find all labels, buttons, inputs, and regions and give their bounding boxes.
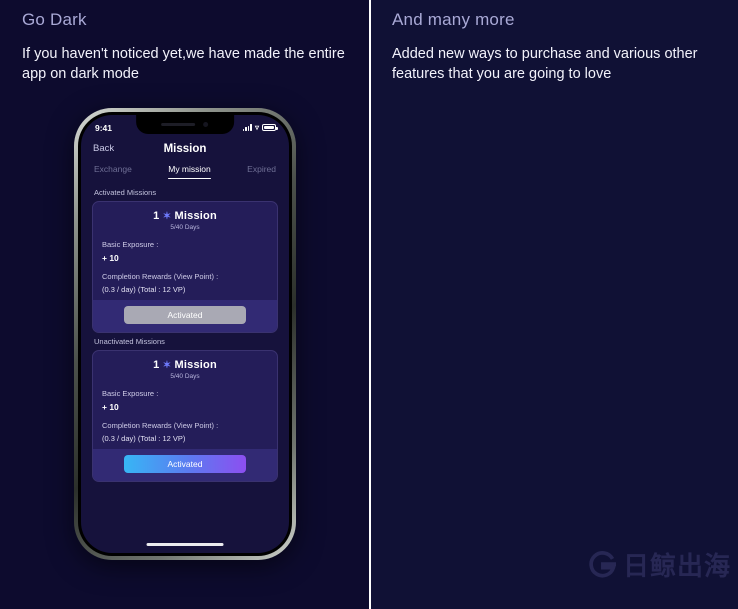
activate-button[interactable]: Activated xyxy=(123,455,247,473)
mission-days: 5/40 Days xyxy=(170,224,200,231)
section-label-unactivated: Unactivated Missions xyxy=(94,337,165,346)
mission-screen: 9:41 ▿ Back Mission Exchange My mission … xyxy=(81,115,289,553)
tab-bar: Exchange My mission Expired xyxy=(81,158,289,179)
basic-exposure-label: Basic Exposure : xyxy=(102,240,159,249)
navigation-bar: Back Mission xyxy=(81,137,289,158)
phone-bezel: 9:41 ▿ Back Mission Exchange My mission … xyxy=(78,112,292,556)
page-subtitle: If you haven't noticed yet,we have made … xyxy=(22,46,345,82)
completion-rewards-label: Completion Rewards (View Point) : xyxy=(102,272,219,281)
tab-expired[interactable]: Expired xyxy=(247,164,276,179)
section-label-activated: Activated Missions xyxy=(94,188,157,197)
right-panel-header: And many more Added new ways to purchase… xyxy=(370,0,738,84)
mission-card-heading: 1 ✶ Mission xyxy=(102,210,268,222)
mission-card-footer: Activated xyxy=(93,300,277,332)
page-title: Go Dark xyxy=(22,10,87,29)
basic-exposure-value: + 10 xyxy=(102,402,119,412)
tab-my-mission[interactable]: My mission xyxy=(168,164,211,179)
page-title: And many more xyxy=(392,10,515,29)
watermark: 日鲸出海 xyxy=(588,546,731,583)
star-icon: ✶ xyxy=(162,360,172,371)
battery-icon xyxy=(262,124,278,131)
tab-exchange[interactable]: Exchange xyxy=(94,164,132,179)
home-indicator[interactable] xyxy=(146,543,224,546)
mission-title: Mission xyxy=(174,210,217,222)
completion-rewards-value: (0.3 / day) (Total : 12 VP) xyxy=(102,285,186,294)
panel-go-dark: Go Dark If you haven't noticed yet,we ha… xyxy=(0,0,370,609)
mission-card-activated[interactable]: 1 ✶ Mission 5/40 Days Basic Exposure : +… xyxy=(92,201,278,333)
basic-exposure-label: Basic Exposure : xyxy=(102,389,159,398)
screen-title: Mission xyxy=(163,142,207,155)
activated-button-disabled[interactable]: Activated xyxy=(123,306,247,324)
wifi-icon: ▿ xyxy=(254,122,259,132)
mission-title: Mission xyxy=(174,359,217,371)
completion-rewards-label: Completion Rewards (View Point) : xyxy=(102,421,219,430)
panel-divider xyxy=(369,0,371,609)
status-bar: 9:41 ▿ xyxy=(81,115,289,137)
basic-exposure-value: + 10 xyxy=(102,253,119,263)
mission-card-body: 1 ✶ Mission 5/40 Days Basic Exposure : +… xyxy=(93,351,277,449)
mission-card-unactivated[interactable]: 1 ✶ Mission 5/40 Days Basic Exposure : +… xyxy=(92,350,278,482)
mission-list: Activated Missions 1 ✶ Mission 5/40 Days… xyxy=(81,179,289,482)
mission-card-body: 1 ✶ Mission 5/40 Days Basic Exposure : +… xyxy=(93,202,277,300)
status-indicators: ▿ xyxy=(242,122,278,132)
panel-and-many-more: And many more Added new ways to purchase… xyxy=(370,0,738,609)
mission-card-footer: Activated xyxy=(93,449,277,481)
screenshot-root: Go Dark If you haven't noticed yet,we ha… xyxy=(0,0,738,609)
mission-rank: 1 xyxy=(153,210,160,222)
watermark-logo-icon xyxy=(589,550,616,577)
page-subtitle: Added new ways to purchase and various o… xyxy=(392,46,698,82)
mission-card-heading: 1 ✶ Mission xyxy=(102,359,268,371)
mission-rank: 1 xyxy=(153,359,160,371)
completion-rewards-value: (0.3 / day) (Total : 12 VP) xyxy=(102,434,186,443)
status-time: 9:41 xyxy=(95,122,113,133)
mission-days: 5/40 Days xyxy=(170,373,200,380)
cellular-signal-icon xyxy=(242,124,252,131)
watermark-text: 日鲸出海 xyxy=(622,552,731,582)
phone-mockup-left: 9:41 ▿ Back Mission Exchange My mission … xyxy=(74,108,296,560)
star-icon: ✶ xyxy=(162,211,172,222)
left-panel-header: Go Dark If you haven't noticed yet,we ha… xyxy=(0,0,370,84)
